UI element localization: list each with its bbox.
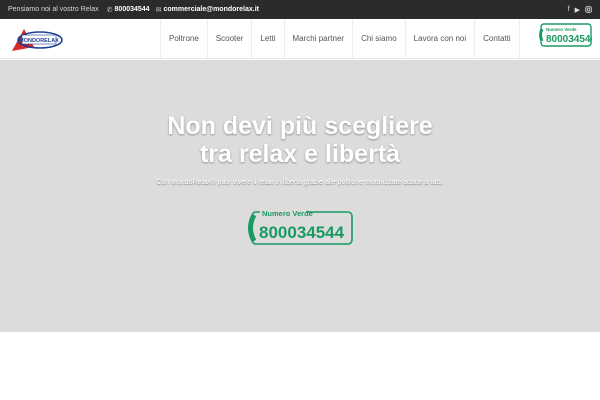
site-header: MONDORELAX Poltrone Scooter Letti Marchi… — [0, 19, 600, 59]
youtube-icon[interactable]: ▶ — [575, 6, 580, 14]
nav-item-contatti[interactable]: Contatti — [474, 19, 520, 59]
nav-item-lavora-con-noi[interactable]: Lavora con noi — [404, 19, 474, 59]
phone-number: 800034544 — [114, 6, 150, 13]
mail-icon: ✉ — [155, 6, 162, 14]
phone-icon: ✆ — [106, 6, 113, 14]
hero-title-line-1: Non devi più scegliere — [167, 112, 433, 140]
email-address: commerciale@mondorelax.it — [163, 6, 259, 13]
svg-text:Numero Verde: Numero Verde — [546, 27, 577, 32]
handset-icon — [539, 28, 544, 42]
nav-item-letti[interactable]: Letti — [251, 19, 283, 59]
hero-subtitle: Con MondoRelax® puoi vivere il relax in … — [156, 179, 444, 186]
nav-item-chi-siamo[interactable]: Chi siamo — [352, 19, 405, 59]
page-content-area — [0, 332, 600, 400]
svg-text:Numero Verde: Numero Verde — [262, 209, 313, 218]
email-link[interactable]: ✉ commerciale@mondorelax.it — [156, 6, 259, 14]
social-links: f ▶ — [568, 6, 592, 14]
numero-verde-badge-header[interactable]: Numero Verde 800034544 — [538, 23, 592, 47]
hero-title: Non devi più scegliere tra relax e liber… — [0, 112, 600, 168]
main-nav: Poltrone Scooter Letti Marchi partner Ch… — [160, 19, 520, 59]
facebook-icon[interactable]: f — [568, 6, 570, 13]
phone-link[interactable]: ✆ 800034544 — [107, 6, 150, 14]
mondorelax-logo[interactable]: MONDORELAX — [8, 23, 64, 55]
top-bar: Pensiamo noi al vostro Relax ✆ 800034544… — [0, 0, 600, 19]
nav-item-scooter[interactable]: Scooter — [206, 19, 252, 59]
hero-section: Non devi più scegliere tra relax e liber… — [0, 60, 600, 332]
svg-text:800034544: 800034544 — [259, 223, 345, 242]
numero-verde-badge-hero[interactable]: Numero Verde 800034544 — [246, 206, 354, 246]
instagram-icon[interactable] — [585, 6, 592, 13]
tagline: Pensiamo noi al vostro Relax — [8, 6, 99, 13]
handset-icon — [248, 213, 257, 243]
logo-text: MONDORELAX — [19, 38, 59, 44]
hero-title-line-2: tra relax e libertà — [199, 140, 401, 168]
nav-item-poltrone[interactable]: Poltrone — [160, 19, 207, 59]
nav-item-marchi-partner[interactable]: Marchi partner — [283, 19, 353, 59]
svg-text:800034544: 800034544 — [546, 34, 592, 45]
